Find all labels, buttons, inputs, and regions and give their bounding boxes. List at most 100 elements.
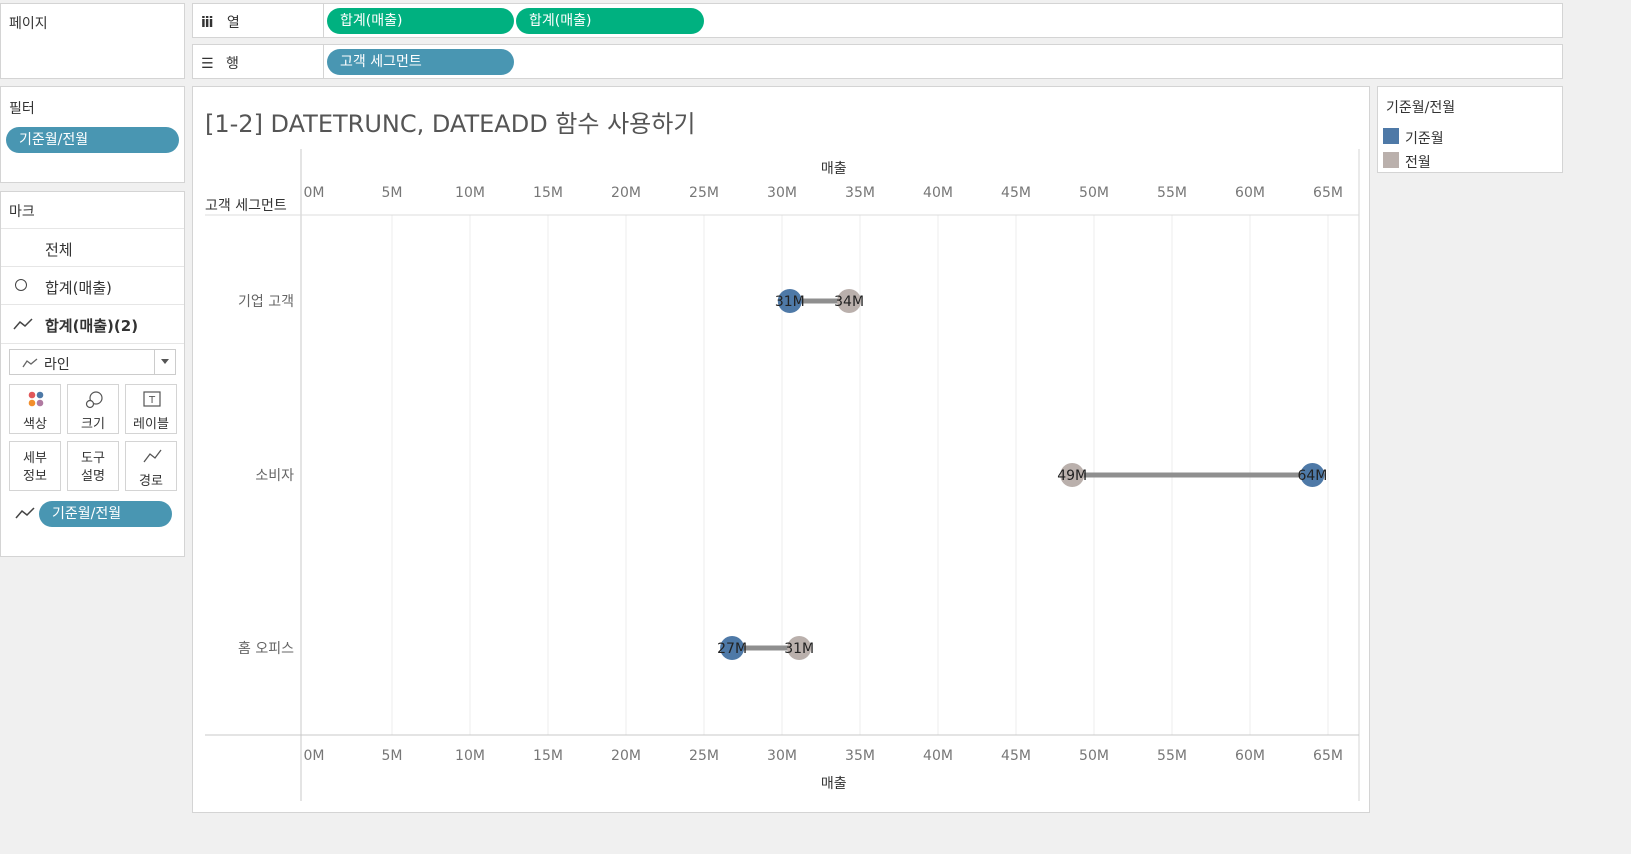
category-label: 기업 고객 xyxy=(238,294,294,310)
size-icon xyxy=(85,391,103,409)
circle-icon xyxy=(15,279,27,291)
x-tick-label-bottom: 60M xyxy=(1235,748,1265,764)
x-tick-label-bottom: 10M xyxy=(455,748,485,764)
pages-title: 페이지 xyxy=(9,16,48,32)
category-label: 소비자 xyxy=(255,468,294,484)
x-tick-label-top: 20M xyxy=(611,185,641,201)
columns-pill-sales-2[interactable]: 합계(매출) xyxy=(516,8,704,34)
size-button-label: 크기 xyxy=(81,417,105,432)
base-month-data-label: 64M xyxy=(1297,468,1327,484)
x-tick-label-bottom: 65M xyxy=(1313,748,1343,764)
x-tick-label-top: 30M xyxy=(767,185,797,201)
rows-shelf[interactable]: ☰ 행 고객 세그먼트 xyxy=(192,44,1563,79)
legend-panel: 기준월/전월 기준월 전월 xyxy=(1377,86,1563,173)
x-tick-label-top: 0M xyxy=(304,185,325,201)
x-tick-label-top: 10M xyxy=(455,185,485,201)
marks-panel: 마크 전체 합계(매출) 합계(매출)(2) 라인 색상 크기 T 레이블 세부… xyxy=(0,191,185,557)
x-tick-label-bottom: 40M xyxy=(923,748,953,764)
x-tick-label-bottom: 45M xyxy=(1001,748,1031,764)
x-axis-title-top: 매출 xyxy=(821,161,847,177)
legend-label-prev: 전월 xyxy=(1405,155,1431,171)
mark-type-label: 라인 xyxy=(44,357,70,373)
detail-label-line2: 정보 xyxy=(23,469,47,484)
x-tick-label-bottom: 5M xyxy=(382,748,403,764)
line-mark-icon xyxy=(22,358,38,368)
x-tick-label-top: 60M xyxy=(1235,185,1265,201)
color-dots-icon xyxy=(28,391,44,407)
rows-icon: ☰ xyxy=(201,56,214,72)
x-tick-label-bottom: 35M xyxy=(845,748,875,764)
mark-type-dropdown[interactable]: 라인 xyxy=(9,349,176,375)
tooltip-label-line1: 도구 xyxy=(81,451,105,466)
line-mark-icon xyxy=(13,318,33,330)
path-pill-base-prev-month[interactable]: 기준월/전월 xyxy=(39,501,172,527)
text-label-icon: T xyxy=(143,391,161,407)
detail-button-label: 세부 정보 xyxy=(10,450,60,486)
columns-shelf[interactable]: iii 열 합계(매출) 합계(매출) xyxy=(192,3,1563,38)
path-line-icon xyxy=(15,507,35,519)
columns-icon: iii xyxy=(201,15,213,31)
rows-pill-customer-segment[interactable]: 고객 세그먼트 xyxy=(327,49,514,75)
chevron-down-icon xyxy=(161,359,169,364)
columns-label-text: 열 xyxy=(226,15,240,31)
x-tick-label-top: 45M xyxy=(1001,185,1031,201)
x-tick-label-bottom: 25M xyxy=(689,748,719,764)
marks-all-tab[interactable]: 전체 xyxy=(1,228,184,266)
svg-text:T: T xyxy=(148,395,156,406)
x-tick-label-top: 25M xyxy=(689,185,719,201)
base-month-data-label: 27M xyxy=(717,641,747,657)
legend-swatch-prev xyxy=(1383,152,1399,168)
rows-shelf-label: ☰ 행 xyxy=(201,53,239,73)
path-icon xyxy=(143,449,162,463)
filters-title: 필터 xyxy=(9,101,35,117)
x-tick-label-bottom: 50M xyxy=(1079,748,1109,764)
x-tick-label-bottom: 15M xyxy=(533,748,563,764)
x-tick-label-top: 5M xyxy=(382,185,403,201)
category-label: 홈 오피스 xyxy=(238,641,294,657)
x-tick-label-bottom: 30M xyxy=(767,748,797,764)
size-button[interactable]: 크기 xyxy=(67,384,119,434)
marks-layer2-label: 합계(매출)(2) xyxy=(45,317,139,335)
tooltip-button[interactable]: 도구 설명 xyxy=(67,441,119,491)
marks-layer-sales-2[interactable]: 합계(매출)(2) xyxy=(1,304,184,344)
x-tick-label-top: 35M xyxy=(845,185,875,201)
row-header-customer-segment[interactable]: 고객 세그먼트 xyxy=(205,198,287,214)
x-tick-label-top: 55M xyxy=(1157,185,1187,201)
marks-layer-sales[interactable]: 합계(매출) xyxy=(1,266,184,304)
marks-all-label: 전체 xyxy=(45,241,73,259)
legend-label-base: 기준월 xyxy=(1405,131,1444,147)
x-tick-label-bottom: 20M xyxy=(611,748,641,764)
detail-button[interactable]: 세부 정보 xyxy=(9,441,61,491)
x-tick-label-bottom: 55M xyxy=(1157,748,1187,764)
color-button[interactable]: 색상 xyxy=(9,384,61,434)
marks-title: 마크 xyxy=(9,204,35,220)
label-button[interactable]: T 레이블 xyxy=(125,384,177,434)
rows-label-text: 행 xyxy=(226,56,239,72)
filters-panel: 필터 기준월/전월 xyxy=(0,86,185,183)
x-tick-label-top: 15M xyxy=(533,185,563,201)
base-month-data-label: 31M xyxy=(775,294,805,310)
color-button-label: 색상 xyxy=(23,417,47,432)
columns-pill-sales-1[interactable]: 합계(매출) xyxy=(327,8,514,34)
marks-layer1-label: 합계(매출) xyxy=(45,279,112,297)
detail-label-line1: 세부 xyxy=(23,451,47,466)
filter-pill-base-prev-month[interactable]: 기준월/전월 xyxy=(6,127,179,153)
path-button-label: 경로 xyxy=(139,474,163,489)
prev-month-data-label: 31M xyxy=(784,641,814,657)
pages-panel: 페이지 xyxy=(0,3,185,79)
legend-swatch-base xyxy=(1383,128,1399,144)
columns-shelf-label: iii 열 xyxy=(201,12,240,32)
prev-month-data-label: 49M xyxy=(1057,468,1087,484)
label-button-label: 레이블 xyxy=(133,417,169,432)
path-button[interactable]: 경로 xyxy=(125,441,177,491)
view-panel: [1-2] DATETRUNC, DATEADD 함수 사용하기 0M 0M 5M 5… xyxy=(192,86,1370,813)
x-tick-label-bottom: 0M xyxy=(304,748,325,764)
prev-month-data-label: 34M xyxy=(834,294,864,310)
dumbbell-chart: 0M 0M 5M 5M 10M 10M 15M 15M 20M 20M 25M 25M 30M 30M 35… xyxy=(205,149,1360,801)
tooltip-label-line2: 설명 xyxy=(81,469,105,484)
x-tick-label-top: 65M xyxy=(1313,185,1343,201)
x-axis-title-bottom: 매출 xyxy=(821,776,847,792)
x-tick-label-top: 50M xyxy=(1079,185,1109,201)
x-tick-label-top: 40M xyxy=(923,185,953,201)
tooltip-button-label: 도구 설명 xyxy=(68,450,118,486)
